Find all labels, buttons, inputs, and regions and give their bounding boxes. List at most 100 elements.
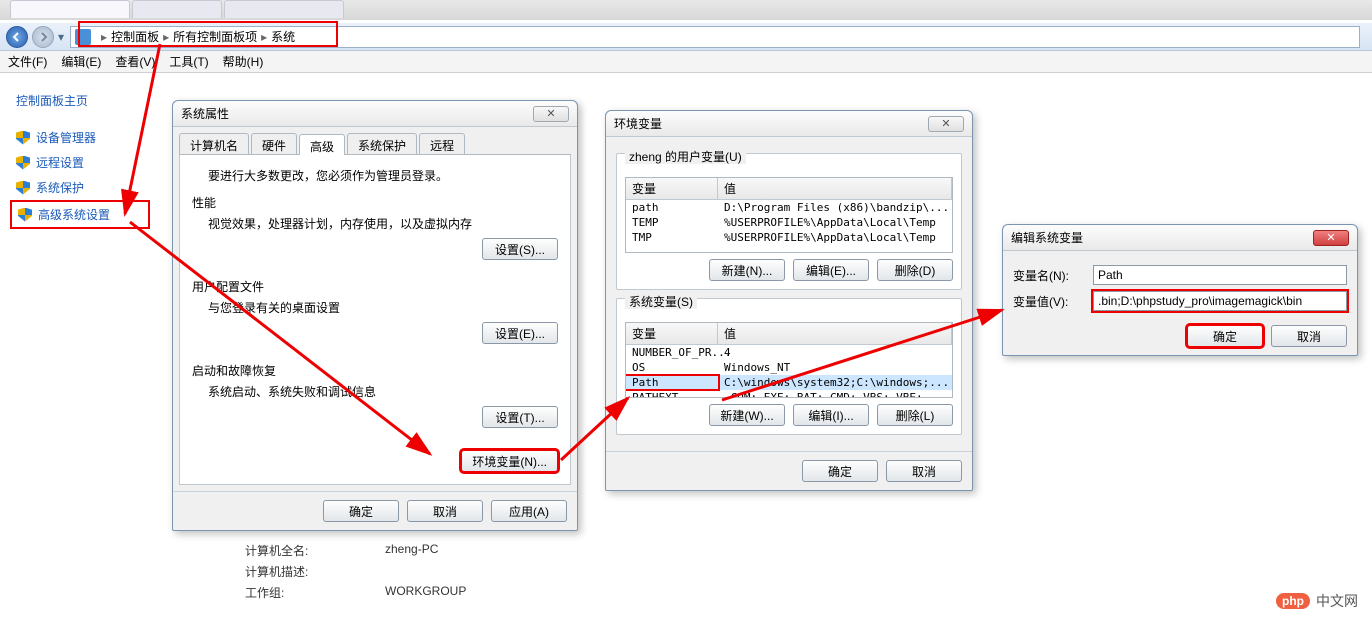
crumb-1[interactable]: 控制面板: [111, 28, 159, 45]
var-name: path: [626, 201, 718, 214]
var-name-path: Path: [626, 376, 718, 389]
edit-sys-var-button[interactable]: 编辑(I)...: [793, 404, 869, 426]
desc-label: 计算机描述:: [245, 563, 385, 580]
edit-user-var-button[interactable]: 编辑(E)...: [793, 259, 869, 281]
sidebar-item-advanced[interactable]: 高级系统设置: [10, 200, 150, 229]
crumb-2[interactable]: 所有控制面板项: [173, 28, 257, 45]
shield-icon: [18, 208, 32, 222]
apply-button[interactable]: 应用(A): [491, 500, 567, 522]
chevron-right-icon: ▸: [163, 30, 169, 44]
dialog-title: 系统属性: [181, 105, 229, 122]
tab-protection[interactable]: 系统保护: [347, 133, 417, 154]
profile-settings-button[interactable]: 设置(E)...: [482, 322, 558, 344]
hostname-label: 计算机全名:: [245, 542, 385, 559]
col-var[interactable]: 变量: [626, 323, 718, 344]
var-name: NUMBER_OF_PR...: [626, 346, 718, 359]
user-vars-list[interactable]: 变量 值 pathD:\Program Files (x86)\bandzip\…: [625, 177, 953, 253]
var-value: .COM;.EXE;.BAT;.CMD;.VBS;.VBE;...: [718, 391, 952, 398]
var-name: OS: [626, 361, 718, 374]
menu-tools[interactable]: 工具(T): [169, 53, 208, 70]
tab-remote[interactable]: 远程: [419, 133, 465, 154]
profile-desc: 与您登录有关的桌面设置: [208, 299, 558, 316]
sidebar-item-label: 远程设置: [36, 154, 84, 171]
dialog-title: 编辑系统变量: [1011, 229, 1083, 246]
env-variables-button[interactable]: 环境变量(N)...: [461, 450, 558, 472]
sys-vars-list[interactable]: 变量 值 NUMBER_OF_PR...4 OSWindows_NT PathC…: [625, 322, 953, 398]
user-vars-title: zheng 的用户变量(U): [625, 150, 746, 164]
sidebar-item-protection[interactable]: 系统保护: [10, 175, 150, 200]
workgroup-value: WORKGROUP: [385, 584, 466, 601]
startup-desc: 系统启动、系统失败和调试信息: [208, 383, 558, 400]
cancel-button[interactable]: 取消: [1271, 325, 1347, 347]
new-user-var-button[interactable]: 新建(N)...: [709, 259, 785, 281]
var-value: D:\Program Files (x86)\bandzip\...: [718, 201, 952, 214]
var-value: 4: [718, 346, 952, 359]
var-name: TMP: [626, 231, 718, 244]
col-var[interactable]: 变量: [626, 178, 718, 199]
menu-bar: 文件(F) 编辑(E) 查看(V) 工具(T) 帮助(H): [0, 51, 1372, 73]
profile-label: 用户配置文件: [192, 278, 558, 295]
system-info: 计算机全名:zheng-PC 计算机描述: 工作组:WORKGROUP: [245, 538, 466, 605]
col-val[interactable]: 值: [718, 323, 952, 344]
perf-desc: 视觉效果，处理器计划，内存使用，以及虚拟内存: [208, 215, 558, 232]
tab-hardware[interactable]: 硬件: [251, 133, 297, 154]
tab-computer-name[interactable]: 计算机名: [179, 133, 249, 154]
address-bar: ▾ ▸ 控制面板 ▸ 所有控制面板项 ▸ 系统: [0, 23, 1372, 51]
var-name: PATHEXT: [626, 391, 718, 398]
breadcrumb[interactable]: ▸ 控制面板 ▸ 所有控制面板项 ▸ 系统: [70, 26, 1360, 48]
edit-system-variable-dialog: 编辑系统变量 ✕ 变量名(N): 变量值(V): 确定 取消: [1002, 224, 1358, 356]
delete-sys-var-button[interactable]: 删除(L): [877, 404, 953, 426]
menu-help[interactable]: 帮助(H): [223, 53, 264, 70]
forward-button[interactable]: [32, 26, 54, 48]
var-value: %USERPROFILE%\AppData\Local\Temp: [718, 231, 952, 244]
var-value: %USERPROFILE%\AppData\Local\Temp: [718, 216, 952, 229]
watermark: php 中文网: [1276, 591, 1358, 611]
var-value-label: 变量值(V):: [1013, 293, 1093, 310]
dialog-footer: 确定 取消 应用(A): [173, 491, 577, 530]
var-name-label: 变量名(N):: [1013, 267, 1093, 284]
shield-icon: [16, 156, 30, 170]
sys-vars-title: 系统变量(S): [625, 295, 697, 309]
tab-advanced[interactable]: 高级: [299, 134, 345, 155]
sidebar-item-device-manager[interactable]: 设备管理器: [10, 125, 150, 150]
cancel-button[interactable]: 取消: [407, 500, 483, 522]
col-val[interactable]: 值: [718, 178, 952, 199]
hostname-value: zheng-PC: [385, 542, 438, 559]
close-button[interactable]: ✕: [533, 106, 569, 122]
delete-user-var-button[interactable]: 删除(D): [877, 259, 953, 281]
shield-icon: [16, 131, 30, 145]
dialog-titlebar: 编辑系统变量 ✕: [1003, 225, 1357, 251]
crumb-3[interactable]: 系统: [271, 28, 295, 45]
startup-settings-button[interactable]: 设置(T)...: [482, 406, 558, 428]
dialog-titlebar: 环境变量 ✕: [606, 111, 972, 137]
ok-button[interactable]: 确定: [802, 460, 878, 482]
perf-label: 性能: [192, 194, 558, 211]
sidebar-item-label: 设备管理器: [36, 129, 96, 146]
ok-button[interactable]: 确定: [323, 500, 399, 522]
menu-file[interactable]: 文件(F): [8, 53, 47, 70]
watermark-text: 中文网: [1316, 591, 1358, 611]
menu-edit[interactable]: 编辑(E): [61, 53, 101, 70]
back-button[interactable]: [6, 26, 28, 48]
workgroup-label: 工作组:: [245, 584, 385, 601]
sidebar-title: 控制面板主页: [10, 88, 150, 113]
user-vars-group: zheng 的用户变量(U) 变量 值 pathD:\Program Files…: [616, 153, 962, 290]
menu-view[interactable]: 查看(V): [115, 53, 155, 70]
new-sys-var-button[interactable]: 新建(W)...: [709, 404, 785, 426]
var-name-input[interactable]: [1093, 265, 1347, 285]
sidebar-item-label: 高级系统设置: [38, 206, 110, 223]
var-value-input[interactable]: [1093, 291, 1347, 311]
shield-icon: [16, 181, 30, 195]
sidebar: 控制面板主页 设备管理器 远程设置 系统保护 高级系统设置: [10, 88, 150, 229]
sys-vars-group: 系统变量(S) 变量 值 NUMBER_OF_PR...4 OSWindows_…: [616, 298, 962, 435]
tabs: 计算机名 硬件 高级 系统保护 远程: [179, 133, 571, 155]
sidebar-item-remote[interactable]: 远程设置: [10, 150, 150, 175]
dropdown-arrow-icon[interactable]: ▾: [58, 30, 64, 44]
chevron-right-icon: ▸: [101, 30, 107, 44]
admin-note: 要进行大多数更改，您必须作为管理员登录。: [208, 167, 558, 184]
ok-button[interactable]: 确定: [1187, 325, 1263, 347]
cancel-button[interactable]: 取消: [886, 460, 962, 482]
close-button[interactable]: ✕: [928, 116, 964, 132]
perf-settings-button[interactable]: 设置(S)...: [482, 238, 558, 260]
close-button[interactable]: ✕: [1313, 230, 1349, 246]
